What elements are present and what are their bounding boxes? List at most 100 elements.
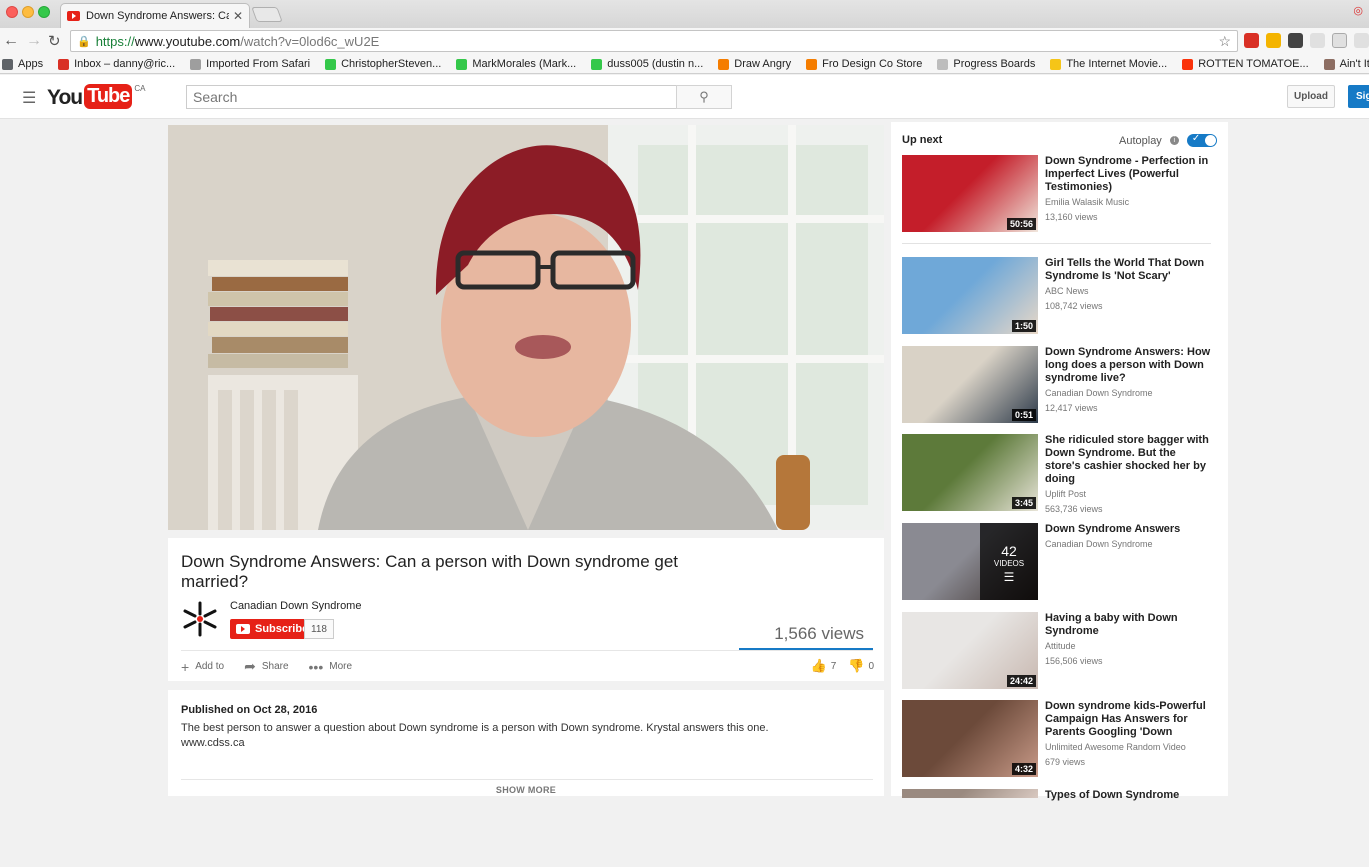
url-scheme: https:// <box>95 33 135 49</box>
tab-close-icon[interactable]: ✕ <box>233 9 243 23</box>
suggested-video[interactable]: 4:32 Down syndrome kids-Powerful Campaign… <box>902 700 1212 778</box>
autoplay-toggle[interactable]: ✓ <box>1186 133 1217 147</box>
search-button[interactable]: ⚲ <box>676 85 732 109</box>
bookmark-item[interactable]: duss005 (dustin n... <box>589 58 703 70</box>
video-player[interactable] <box>168 125 884 530</box>
thumbs-down-icon[interactable]: 👎 <box>848 658 864 674</box>
more-dots-icon: ••• <box>308 658 324 675</box>
show-more-button[interactable]: SHOW MORE <box>168 785 884 795</box>
suggested-video[interactable]: Types of Down Syndrome <box>902 789 1212 867</box>
video-thumbnail[interactable] <box>902 789 1038 798</box>
channel-avatar[interactable] <box>181 600 219 638</box>
reload-icon[interactable]: ↻ <box>48 32 61 50</box>
suggested-video-title[interactable]: Down syndrome kids-Powerful Campaign Has… <box>1045 700 1211 739</box>
bookmark-item[interactable]: Progress Boards <box>935 58 1035 70</box>
duration-badge: 50:56 <box>1006 218 1036 230</box>
suggested-video[interactable]: 42 VIDEOS ☰ Down Syndrome Answers Canadian D… <box>902 523 1212 601</box>
bookmark-item[interactable]: Ain't It Cool N <box>1322 58 1369 70</box>
more-button[interactable]: ••• More <box>309 659 353 675</box>
close-window-button[interactable] <box>6 6 18 18</box>
suggested-video-title[interactable]: Down Syndrome - Perfection in Imperfect … <box>1045 155 1211 194</box>
video-thumbnail[interactable]: 1:50 <box>902 257 1038 334</box>
suggested-video-title[interactable]: Girl Tells the World That Down Syndrome … <box>1045 257 1211 283</box>
suggested-video-meta: Having a baby with Down Syndrome Attitude… <box>1045 612 1211 668</box>
page-icon <box>937 58 949 70</box>
playlist-overlay: 42 VIDEOS ☰ <box>980 523 1038 600</box>
video-thumbnail[interactable]: 3:45 <box>902 434 1038 511</box>
zoom-window-button[interactable] <box>38 6 50 18</box>
bookmark-item[interactable]: Inbox – danny@ric... <box>56 58 175 70</box>
bookmark-label: duss005 (dustin n... <box>607 58 704 70</box>
search-icon: ⚲ <box>699 89 709 104</box>
bookmark-item[interactable]: The Internet Movie... <box>1048 58 1167 70</box>
upload-button[interactable]: Upload <box>1287 85 1335 108</box>
forward-arrow-icon[interactable]: → <box>26 32 42 50</box>
suggested-video-views: 12,417 views <box>1045 403 1098 413</box>
url-host: www.youtube.com <box>134 33 241 49</box>
bookmark-item[interactable]: MarkMorales (Mark... <box>454 58 576 70</box>
bookmark-item[interactable]: ROTTEN TOMATOE... <box>1180 58 1309 70</box>
suggested-video[interactable]: 50:56 Down Syndrome - Perfection in Imper… <box>902 155 1212 233</box>
extension-icon-5[interactable] <box>1332 33 1347 48</box>
divider <box>902 243 1211 244</box>
extension-top-icon[interactable]: ◎ <box>1353 4 1363 17</box>
description-link[interactable]: www.cdss.ca <box>181 736 861 751</box>
bookmark-label: Draw Angry <box>734 58 792 70</box>
suggested-video-title[interactable]: Down Syndrome Answers: How long does a p… <box>1045 346 1211 385</box>
channel-name[interactable]: Canadian Down Syndrome <box>230 600 361 612</box>
duration-badge: 1:50 <box>1011 320 1036 332</box>
info-icon[interactable]: i <box>1169 136 1179 145</box>
bookmark-item[interactable]: ChristopherSteven... <box>323 58 441 70</box>
extension-icon-1[interactable] <box>1244 33 1259 48</box>
new-tab-button[interactable] <box>251 7 283 22</box>
video-thumbnail[interactable]: 42 VIDEOS ☰ <box>902 523 1038 600</box>
suggested-video[interactable]: 1:50 Girl Tells the World That Down Syndr… <box>902 257 1212 335</box>
bookmark-star-icon[interactable]: ☆ <box>1218 33 1231 50</box>
lock-icon: 🔒 <box>77 35 91 48</box>
duration-badge: 0:51 <box>1011 409 1036 421</box>
logo-you-text: You <box>47 86 83 109</box>
suggested-video-meta: Girl Tells the World That Down Syndrome … <box>1045 257 1211 313</box>
bookmark-item[interactable]: Apps <box>0 58 43 70</box>
suggested-video[interactable]: 3:45 She ridiculed store bagger with Down… <box>902 434 1212 514</box>
suggested-video[interactable]: 0:51 Down Syndrome Answers: How long does… <box>902 346 1212 424</box>
suggested-video-meta: Down Syndrome - Perfection in Imperfect … <box>1045 155 1211 224</box>
search-input[interactable]: Search <box>186 85 677 109</box>
green-x-icon <box>591 58 603 70</box>
bookmark-item[interactable]: Fro Design Co Store <box>804 58 922 70</box>
video-thumbnail[interactable]: 50:56 <box>902 155 1038 232</box>
suggested-video[interactable]: 24:42 Having a baby with Down Syndrome Att… <box>902 612 1212 690</box>
suggested-video-title[interactable]: Having a baby with Down Syndrome <box>1045 612 1211 638</box>
back-arrow-icon[interactable]: ← <box>3 32 19 50</box>
apps-grid-icon <box>2 58 13 70</box>
playlist-label: VIDEOS <box>993 559 1025 568</box>
youtube-logo[interactable]: You Tube CA <box>47 84 146 110</box>
sign-in-button[interactable]: Sig <box>1348 85 1369 108</box>
duration-badge: 4:32 <box>1011 763 1036 775</box>
suggested-video-title[interactable]: Down Syndrome Answers <box>1045 523 1211 536</box>
hamburger-menu-icon[interactable]: ☰ <box>22 91 36 107</box>
suggested-video-channel: Canadian Down Syndrome <box>1045 539 1153 549</box>
bookmark-label: ROTTEN TOMATOE... <box>1198 58 1309 70</box>
share-button[interactable]: ➦ Share <box>244 658 288 675</box>
video-thumbnail[interactable]: 4:32 <box>902 700 1038 777</box>
video-thumbnail[interactable]: 24:42 <box>902 612 1038 689</box>
extension-icon-4[interactable] <box>1310 33 1325 48</box>
address-bar[interactable]: 🔒 https://www.youtube.com/watch?v=0lod6c… <box>70 30 1238 52</box>
suggested-video-meta: Down Syndrome Answers: How long does a p… <box>1045 346 1211 415</box>
add-to-button[interactable]: + Add to <box>181 659 224 675</box>
extension-icon-3[interactable] <box>1288 33 1303 48</box>
bookmark-item[interactable]: Draw Angry <box>716 58 791 70</box>
divider <box>181 650 873 651</box>
playlist-icon: ☰ <box>1003 570 1015 584</box>
menu-icon[interactable] <box>1354 33 1369 48</box>
suggested-video-title[interactable]: She ridiculed store bagger with Down Syn… <box>1045 434 1211 486</box>
thumbs-up-icon[interactable]: 👍 <box>811 658 827 674</box>
playlist-count: 42 <box>1001 543 1017 559</box>
browser-tab-active[interactable]: Down Syndrome Answers: Can a person with… <box>60 3 250 28</box>
video-thumbnail[interactable]: 0:51 <box>902 346 1038 423</box>
minimize-window-button[interactable] <box>22 6 34 18</box>
extension-icon-2[interactable] <box>1266 33 1281 48</box>
bookmark-label: Progress Boards <box>953 58 1036 70</box>
bookmark-item[interactable]: Imported From Safari <box>188 58 310 70</box>
